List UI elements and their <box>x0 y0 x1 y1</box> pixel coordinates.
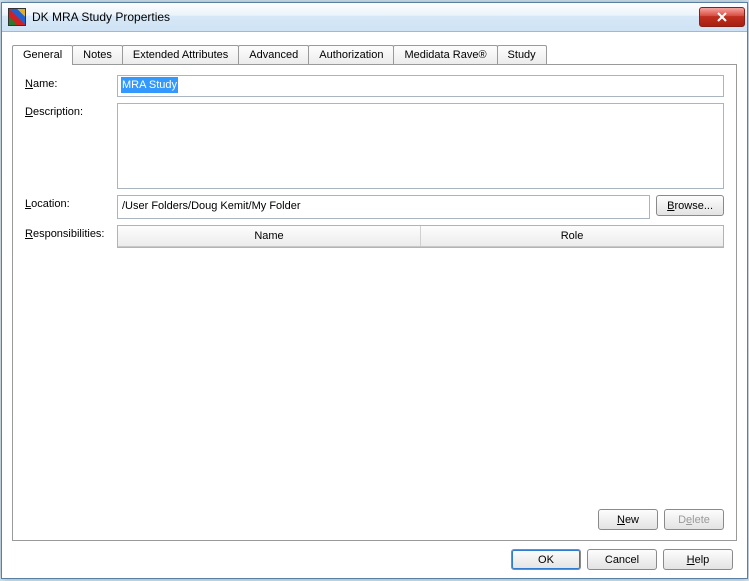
help-button[interactable]: Help <box>663 549 733 570</box>
close-button[interactable] <box>699 7 745 27</box>
properties-dialog: DK MRA Study Properties General Notes Ex… <box>1 2 748 579</box>
tab-extended-attributes[interactable]: Extended Attributes <box>122 45 239 64</box>
tab-authorization[interactable]: Authorization <box>308 45 394 64</box>
new-button[interactable]: New <box>598 509 658 530</box>
responsibilities-table[interactable]: Name Role <box>117 225 724 248</box>
cancel-button[interactable]: Cancel <box>587 549 657 570</box>
tab-medidata-rave[interactable]: Medidata Rave® <box>393 45 497 64</box>
col-role[interactable]: Role <box>421 226 723 246</box>
label-location: Location: <box>25 195 117 210</box>
label-description: Description: <box>25 103 117 118</box>
close-icon <box>716 12 728 22</box>
responsibilities-buttons: New Delete <box>25 509 724 530</box>
tab-strip: General Notes Extended Attributes Advanc… <box>12 42 737 64</box>
location-display: /User Folders/Doug Kemit/My Folder <box>117 195 650 219</box>
row-name: Name: MRA Study <box>25 75 724 97</box>
tab-notes[interactable]: Notes <box>72 45 123 64</box>
tab-general[interactable]: General <box>12 45 73 65</box>
description-textarea[interactable] <box>117 103 724 189</box>
row-description: Description: <box>25 103 724 189</box>
name-input[interactable] <box>117 75 724 97</box>
delete-button: Delete <box>664 509 724 530</box>
row-responsibilities: Responsibilities: Name Role <box>25 225 724 497</box>
label-responsibilities: Responsibilities: <box>25 225 117 240</box>
label-name: Name: <box>25 75 117 90</box>
app-icon <box>8 8 26 26</box>
col-name[interactable]: Name <box>118 226 421 246</box>
dialog-footer: OK Cancel Help <box>12 541 737 570</box>
row-location: Location: /User Folders/Doug Kemit/My Fo… <box>25 195 724 219</box>
tab-study[interactable]: Study <box>497 45 547 64</box>
title-bar[interactable]: DK MRA Study Properties <box>2 3 747 32</box>
window-title: DK MRA Study Properties <box>32 10 699 24</box>
responsibilities-header: Name Role <box>118 226 723 247</box>
tab-advanced[interactable]: Advanced <box>238 45 309 64</box>
browse-button[interactable]: Browse... <box>656 195 724 216</box>
dialog-body: General Notes Extended Attributes Advanc… <box>2 32 747 578</box>
tab-panel-general: Name: MRA Study Description: Location: /… <box>12 64 737 541</box>
ok-button[interactable]: OK <box>511 549 581 570</box>
